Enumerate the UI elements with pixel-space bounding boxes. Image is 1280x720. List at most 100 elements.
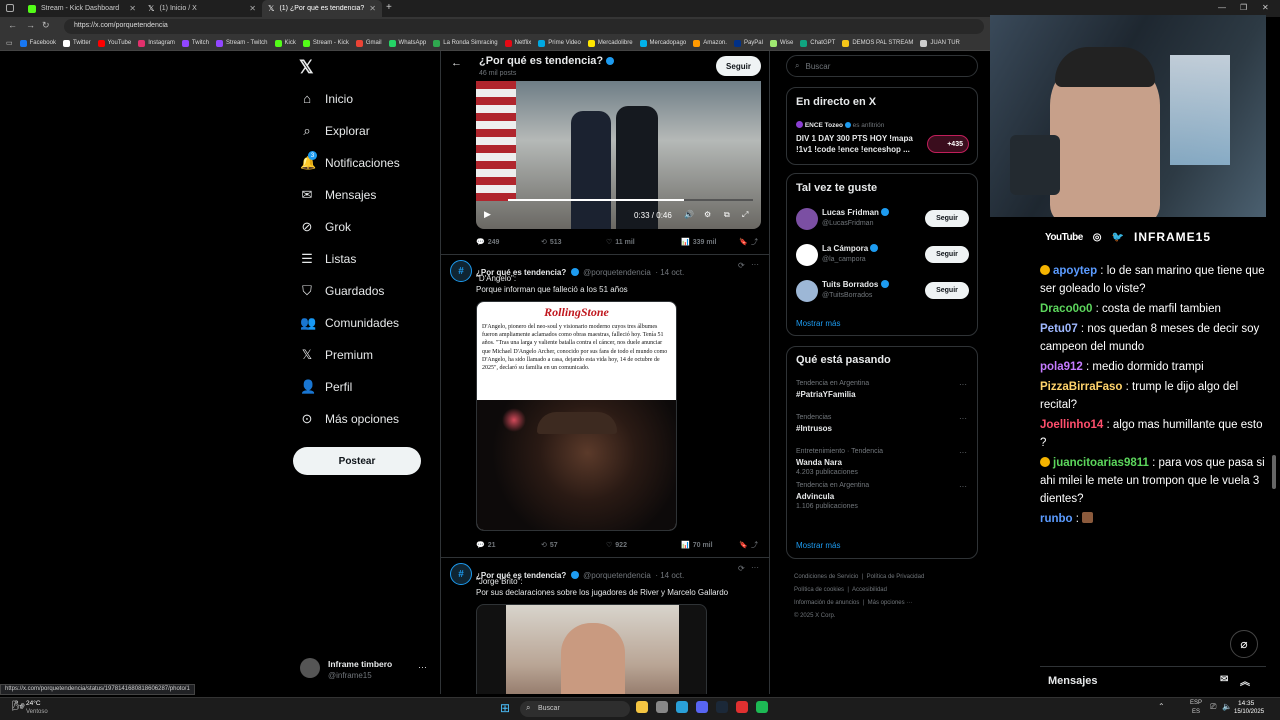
nav-item-comunidades[interactable]: 👥 Comunidades — [300, 315, 399, 331]
bookmark-item[interactable]: Mercadopago — [639, 39, 686, 47]
bookmark-item[interactable]: Twitter — [62, 39, 91, 47]
post-button[interactable]: Postear — [293, 447, 421, 475]
live-space-subtitle[interactable]: !1v1 !code !ence !enceshop ... — [796, 145, 910, 154]
chat-username[interactable]: pola912 — [1040, 361, 1083, 373]
avatar[interactable] — [796, 244, 818, 266]
bookmark-item[interactable]: Netflix — [504, 39, 531, 47]
bookmark-item[interactable]: Prime Video — [538, 39, 581, 47]
follow-button[interactable]: Seguir — [925, 282, 969, 299]
avatar[interactable]: # — [450, 563, 472, 585]
more-icon[interactable]: ··· — [751, 563, 759, 572]
more-icon[interactable]: ··· — [959, 482, 967, 491]
like-button[interactable]: ♡ 11 mil — [606, 237, 681, 247]
x-logo-icon[interactable]: 𝕏 — [299, 57, 314, 78]
volume-icon[interactable]: 🔊 — [684, 210, 694, 219]
tab-actions-icon[interactable] — [6, 4, 14, 12]
network-icon[interactable]: ⎚ — [1210, 702, 1216, 712]
author-handle[interactable]: @porquetendencia — [583, 571, 651, 580]
tweet-photo[interactable] — [476, 604, 707, 694]
new-tab-icon[interactable]: + — [386, 2, 392, 13]
tweet-date[interactable]: · 14 oct. — [655, 268, 684, 277]
game-icon[interactable] — [736, 701, 748, 713]
chat-username[interactable]: runbo — [1040, 513, 1073, 525]
language-indicator[interactable]: ESP — [1190, 700, 1202, 706]
forward-icon[interactable]: → — [26, 20, 35, 30]
grok-icon[interactable]: ⟳ — [738, 261, 745, 270]
avatar[interactable] — [796, 280, 818, 302]
share-icon[interactable]: ⤴ — [751, 237, 758, 247]
share-icon[interactable]: ⤴ — [751, 540, 758, 550]
repost-button[interactable]: ⟲ 513 — [541, 237, 606, 247]
avatar[interactable] — [796, 208, 818, 230]
tweet-photo[interactable]: RollingStone D'Angelo, pionero del neo-s… — [476, 301, 677, 531]
avatar[interactable]: # — [450, 260, 472, 282]
footer-link[interactable]: Accesibilidad — [852, 587, 887, 593]
views-button[interactable]: 📊 339 mil — [681, 237, 739, 247]
maximize-icon[interactable]: ❐ — [1240, 3, 1247, 12]
minimize-icon[interactable]: — — [1218, 3, 1226, 12]
nav-item-perfil[interactable]: 👤 Perfil — [300, 379, 352, 395]
bookmark-item[interactable]: Stream - Twitch — [215, 39, 268, 47]
bookmark-item[interactable]: La Ronda Simracing — [433, 39, 498, 47]
nav-item-premium[interactable]: 𝕏 Premium — [300, 347, 373, 363]
show-more-link[interactable]: Mostrar más — [796, 541, 840, 550]
more-icon[interactable]: ··· — [751, 260, 759, 269]
bookmark-item[interactable]: Gmail — [355, 39, 382, 47]
author-handle[interactable]: @porquetendencia — [583, 268, 651, 277]
search-box[interactable]: ⌕ Buscar — [786, 55, 978, 77]
play-icon[interactable]: ▶ — [484, 209, 491, 220]
close-icon[interactable]: ✕ — [129, 4, 136, 13]
nav-item-inicio[interactable]: ⌂ Inicio — [300, 91, 353, 106]
settings-icon[interactable]: ⚙ — [704, 210, 711, 219]
chat-username[interactable]: Petu07 — [1040, 323, 1078, 335]
file-explorer-icon[interactable] — [636, 701, 648, 713]
url-input[interactable]: https://x.com/porquetendencia — [64, 19, 984, 34]
more-icon[interactable]: ··· — [959, 380, 967, 389]
task-view-icon[interactable] — [656, 701, 668, 713]
avatar[interactable] — [300, 658, 320, 678]
more-icon[interactable]: ··· — [959, 448, 967, 457]
spotify-icon[interactable] — [756, 701, 768, 713]
bookmark-item[interactable]: Kick — [274, 39, 296, 47]
bookmark-icon[interactable]: 🔖 — [739, 540, 751, 550]
bookmark-item[interactable]: Instagram — [138, 39, 175, 47]
volume-icon[interactable]: 🔈 — [1222, 702, 1232, 711]
messages-drawer[interactable]: Mensajes ✉ ︽ — [1040, 666, 1266, 694]
close-icon[interactable]: ✕ — [249, 4, 256, 13]
follow-button[interactable]: Seguir — [925, 246, 969, 263]
footer-link[interactable]: Más opciones ··· — [868, 600, 913, 606]
repost-button[interactable]: ⟲ 57 — [541, 540, 606, 550]
chat-username[interactable]: PizzaBirraFaso — [1040, 381, 1122, 393]
chat-scrollbar[interactable] — [1272, 455, 1276, 489]
compose-message-icon[interactable]: ✉ — [1220, 674, 1228, 685]
follow-button[interactable]: Seguir — [925, 210, 969, 227]
bookmark-item[interactable]: YouTube — [97, 39, 131, 47]
apps-icon[interactable]: ▭ — [6, 39, 13, 47]
footer-link[interactable]: Política de cookies — [794, 587, 844, 593]
clock-time[interactable]: 14:35 — [1238, 700, 1254, 707]
close-icon[interactable]: ✕ — [369, 4, 376, 13]
video-progress-track[interactable] — [508, 199, 753, 201]
tab-inicio-x[interactable]: 𝕏 (1) Inicio / X ✕ — [142, 0, 262, 17]
bookmark-item[interactable]: Mercadolibre — [587, 39, 633, 47]
back-icon[interactable]: ← — [8, 20, 17, 30]
follow-suggestion[interactable]: Tuits Borrados @TuitsBorrados Seguir — [787, 278, 977, 308]
reply-button[interactable]: 💬 21 — [476, 540, 541, 550]
trend-item[interactable]: Tendencia en Argentina Advincula 1.106 pub… — [787, 482, 977, 514]
views-button[interactable]: 📊 70 mil — [681, 540, 739, 550]
bookmark-item[interactable]: WhatsApp — [388, 39, 426, 47]
show-more-link[interactable]: Mostrar más — [796, 319, 840, 328]
nav-item-notificaciones[interactable]: 🔔 3 Notificaciones — [300, 151, 400, 171]
bookmark-item[interactable]: DEMOS PAL STREAM — [842, 39, 913, 47]
footer-link[interactable]: Política de Privacidad — [867, 574, 925, 580]
footer-link[interactable]: Información de anuncios — [794, 600, 859, 606]
live-host[interactable]: ENCE Tozeo es anfitrión — [796, 121, 884, 129]
listeners-pill[interactable]: +435 — [927, 135, 969, 153]
follow-suggestion[interactable]: La Cámpora @la_campora Seguir — [787, 242, 977, 272]
account-name[interactable]: Inframe timbero — [328, 659, 392, 669]
close-window-icon[interactable]: ✕ — [1262, 3, 1269, 12]
chat-username[interactable]: apoytep — [1053, 265, 1097, 277]
video-player[interactable]: ▶ 0:33 / 0:46 🔊 ⚙ ⧉ ⤢ — [476, 81, 761, 229]
footer-link[interactable]: Condiciones de Servicio — [794, 574, 858, 580]
expand-icon[interactable]: ︽ — [1240, 673, 1250, 688]
